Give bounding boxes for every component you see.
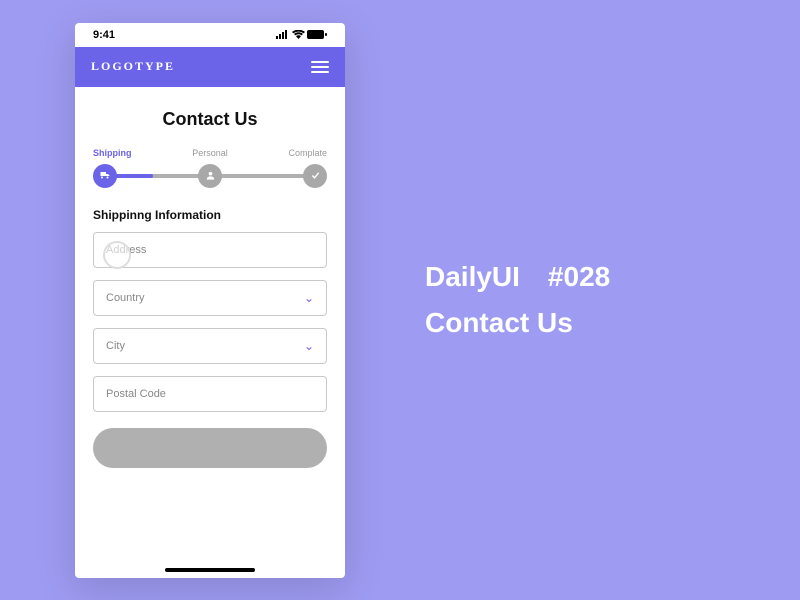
chevron-down-icon: ⌄	[304, 291, 314, 305]
menu-icon[interactable]	[311, 61, 329, 73]
caption-line1: DailyUI #028	[425, 261, 610, 293]
status-indicators	[276, 30, 327, 39]
section-title: Shippinng Information	[75, 188, 345, 232]
home-indicator[interactable]	[165, 568, 255, 572]
step-dot-shipping[interactable]	[93, 164, 117, 188]
chevron-down-icon: ⌄	[304, 339, 314, 353]
battery-icon	[307, 30, 327, 39]
country-field[interactable]: Country ⌄	[93, 280, 327, 316]
step-label-personal: Personal	[192, 148, 228, 158]
status-time: 9:41	[93, 29, 115, 41]
city-placeholder: City	[106, 340, 125, 352]
logo: LOGOTYPE	[91, 59, 175, 74]
city-field[interactable]: City ⌄	[93, 328, 327, 364]
caption-line2: Contact Us	[425, 307, 610, 339]
phone-frame: 9:41 LOGOTYPE Contact Us Shipping Person…	[75, 23, 345, 578]
postal-code-field[interactable]: Postal Code	[93, 376, 327, 412]
step-label-complete: Complate	[288, 148, 327, 158]
progress-stepper: Shipping Personal Complate	[75, 148, 345, 188]
page-title: Contact Us	[75, 87, 345, 148]
side-caption: DailyUI #028 Contact Us	[425, 261, 610, 339]
next-button[interactable]	[93, 428, 327, 468]
app-header: LOGOTYPE	[75, 47, 345, 87]
step-label-shipping: Shipping	[93, 148, 132, 158]
truck-icon	[99, 170, 111, 182]
wifi-icon	[292, 30, 305, 39]
step-dot-personal[interactable]	[198, 164, 222, 188]
touch-indicator	[103, 241, 131, 269]
postal-placeholder: Postal Code	[106, 388, 166, 400]
signal-icon	[276, 30, 290, 39]
check-icon	[310, 170, 321, 181]
country-placeholder: Country	[106, 292, 145, 304]
status-bar: 9:41	[75, 23, 345, 47]
person-icon	[205, 170, 216, 181]
step-dot-complete[interactable]	[303, 164, 327, 188]
